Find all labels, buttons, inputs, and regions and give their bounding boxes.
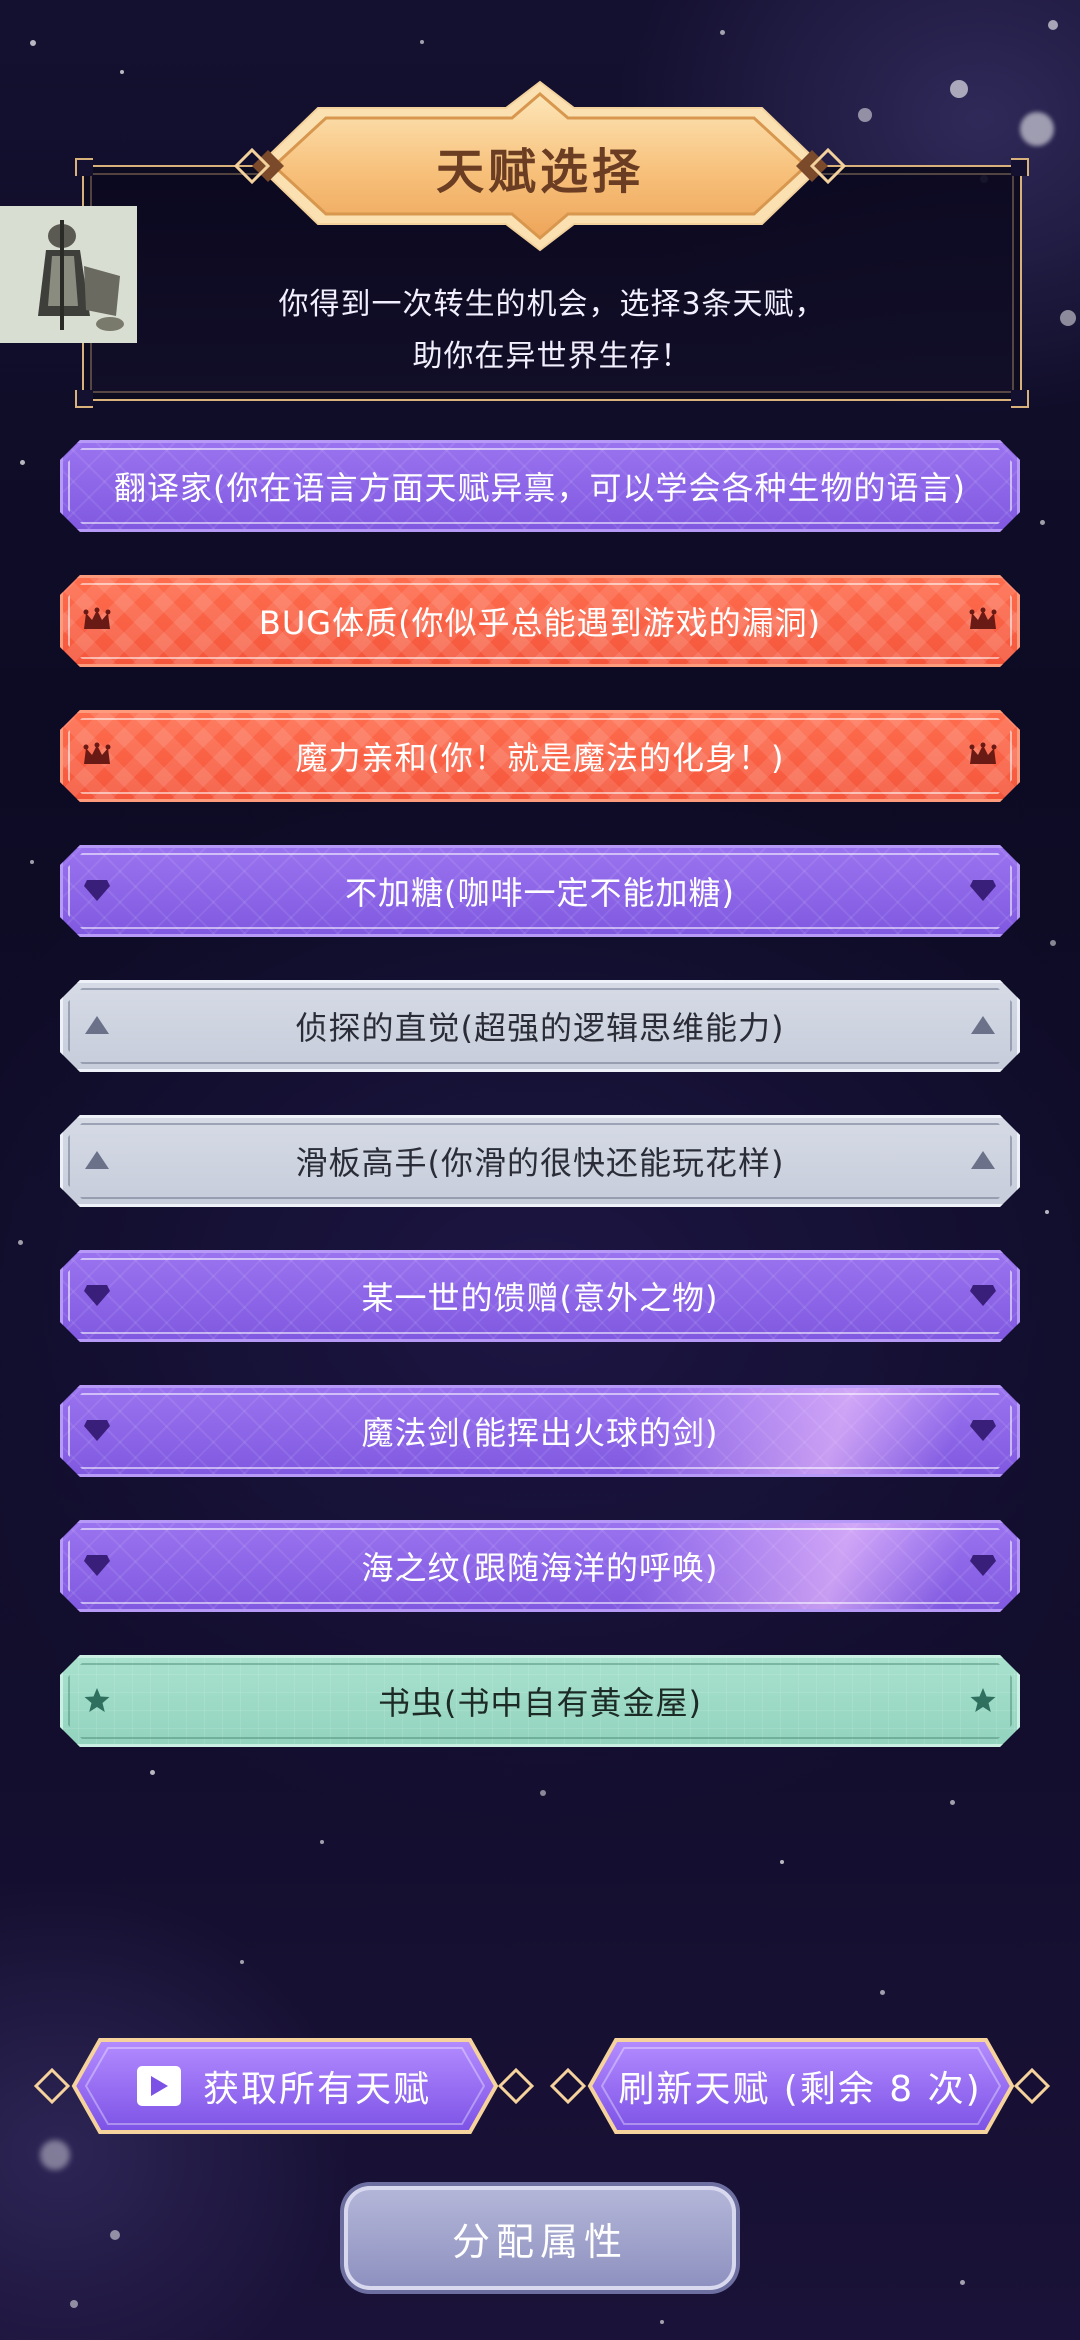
get-all-talents-button[interactable]: 获取所有天赋	[34, 2034, 534, 2138]
talent-label: 某一世的馈赠(意外之物)	[361, 1279, 719, 1317]
diamond-icon	[82, 1280, 112, 1310]
panel-corner	[75, 158, 93, 176]
talent-option[interactable]: 侦探的直觉(超强的逻辑思维能力)	[60, 980, 1020, 1072]
crown-icon	[968, 605, 998, 635]
page-title: 天赋选择	[435, 144, 644, 200]
diamond-icon	[968, 875, 998, 905]
diamond-icon	[82, 1550, 112, 1580]
star-icon	[82, 1685, 112, 1715]
talent-label: 翻译家(你在语言方面天赋异禀，可以学会各种生物的语言)	[114, 469, 966, 507]
talent-option[interactable]: BUG体质(你似乎总能遇到游戏的漏洞)	[60, 575, 1020, 667]
diamond-icon	[82, 1415, 112, 1445]
talent-label: 魔法剑(能挥出火球的剑)	[361, 1414, 719, 1452]
crown-icon	[82, 740, 112, 770]
triangle-icon	[968, 1145, 998, 1175]
diamond-icon	[968, 1550, 998, 1580]
avatar[interactable]	[0, 206, 137, 343]
refresh-label: 刷新天赋 (剩余 8 次)	[618, 2069, 982, 2110]
video-play-icon	[136, 2066, 181, 2106]
talent-option[interactable]: 魔法剑(能挥出火球的剑)	[60, 1385, 1020, 1477]
panel-corner	[1011, 158, 1029, 176]
talent-option[interactable]: 不加糖(咖啡一定不能加糖)	[60, 845, 1020, 937]
talent-option[interactable]: 魔力亲和(你！就是魔法的化身！)	[60, 710, 1020, 802]
talent-label: BUG体质(你似乎总能遇到游戏的漏洞)	[258, 604, 822, 642]
talent-label: 海之纹(跟随海洋的呼唤)	[361, 1549, 719, 1587]
talent-option[interactable]: 某一世的馈赠(意外之物)	[60, 1250, 1020, 1342]
talent-label: 侦探的直觉(超强的逻辑思维能力)	[295, 1009, 785, 1047]
talent-option[interactable]: 书虫(书中自有黄金屋)	[60, 1655, 1020, 1747]
crown-icon	[82, 605, 112, 635]
talent-label: 书虫(书中自有黄金屋)	[378, 1684, 702, 1722]
triangle-icon	[82, 1145, 112, 1175]
panel-corner	[1011, 390, 1029, 408]
talent-option[interactable]: 翻译家(你在语言方面天赋异禀，可以学会各种生物的语言)	[60, 440, 1020, 532]
talent-option[interactable]: 滑板高手(你滑的很快还能玩花样)	[60, 1115, 1020, 1207]
diamond-icon	[968, 1280, 998, 1310]
star-icon	[968, 1685, 998, 1715]
intro-line-1: 你得到一次转生的机会，选择3条天赋，	[278, 287, 826, 322]
get-all-label: 获取所有天赋	[202, 2069, 431, 2110]
triangle-icon	[968, 1010, 998, 1040]
talent-label: 滑板高手(你滑的很快还能玩花样)	[295, 1144, 785, 1182]
refresh-talents-button[interactable]: 刷新天赋 (剩余 8 次)	[550, 2034, 1050, 2138]
title-banner: 天赋选择	[222, 78, 858, 254]
assign-label: 分配属性	[451, 2219, 628, 2264]
intro-line-2: 助你在异世界生存！	[412, 339, 692, 374]
diamond-icon	[82, 875, 112, 905]
get-all-label-wrap: 获取所有天赋	[34, 2034, 534, 2138]
diamond-icon	[968, 1415, 998, 1445]
crown-icon	[968, 740, 998, 770]
panel-corner	[75, 390, 93, 408]
talent-label: 不加糖(咖啡一定不能加糖)	[345, 874, 735, 912]
triangle-icon	[82, 1010, 112, 1040]
talent-option[interactable]: 海之纹(跟随海洋的呼唤)	[60, 1520, 1020, 1612]
character-portrait-icon	[0, 206, 137, 343]
talent-label: 魔力亲和(你！就是魔法的化身！)	[295, 739, 785, 777]
intro-text: 你得到一次转生的机会，选择3条天赋， 助你在异世界生存！	[84, 279, 1020, 383]
assign-attributes-button[interactable]: 分配属性	[344, 2186, 736, 2290]
